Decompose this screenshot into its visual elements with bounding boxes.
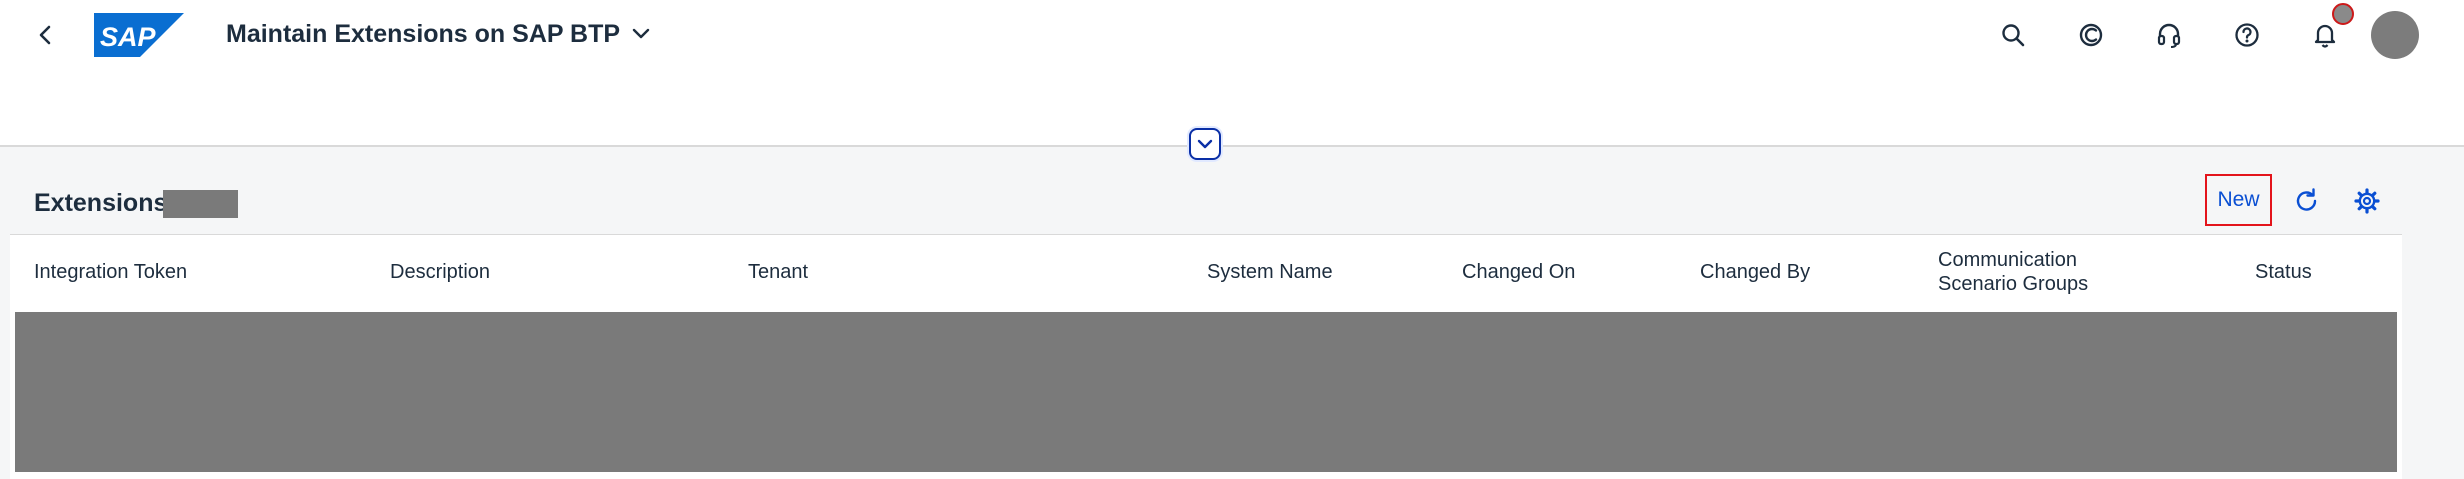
shell-bar: SAP Maintain Extensions on SAP BTP [0, 0, 2464, 70]
column-header-description[interactable]: Description [390, 235, 490, 308]
refresh-icon [2296, 188, 2317, 211]
chevron-down-icon [1197, 139, 1213, 149]
header-collapse-button[interactable] [1189, 128, 1221, 160]
column-header-status[interactable]: Status [2255, 235, 2312, 308]
back-button[interactable] [28, 18, 62, 52]
table-title: Extensions [34, 188, 168, 217]
column-header-tenant[interactable]: Tenant [748, 235, 808, 308]
joule-icon [2079, 23, 2103, 47]
search-button[interactable] [1993, 15, 2033, 55]
joule-button[interactable] [2071, 15, 2111, 55]
help-button[interactable] [2227, 15, 2267, 55]
chevron-down-icon [632, 28, 650, 40]
table-rows-redacted [15, 312, 2397, 472]
gear-icon [2354, 188, 2380, 214]
column-header-integration-token[interactable]: Integration Token [34, 235, 187, 308]
table-header-row: Integration Token Description Tenant Sys… [10, 234, 2402, 309]
support-button[interactable] [2149, 15, 2189, 55]
help-icon [2235, 23, 2259, 47]
app-title: Maintain Extensions on SAP BTP [226, 19, 621, 48]
logo-text: SAP [100, 22, 157, 52]
column-header-changed-by[interactable]: Changed By [1700, 235, 1810, 308]
column-header-changed-on[interactable]: Changed On [1462, 235, 1575, 308]
back-icon [39, 25, 51, 45]
notification-badge [2332, 3, 2354, 25]
dynamic-page-header [0, 70, 2464, 147]
new-button[interactable]: New [2205, 174, 2272, 226]
bell-icon [2314, 24, 2336, 48]
app-title-menu[interactable]: Maintain Extensions on SAP BTP [226, 14, 650, 54]
headset-icon [2157, 23, 2181, 48]
column-header-system-name[interactable]: System Name [1207, 235, 1333, 308]
sap-logo[interactable]: SAP [94, 13, 184, 57]
table-settings-button[interactable] [2349, 183, 2385, 219]
column-header-communication-scenario-groups[interactable]: Communication Scenario Groups [1938, 235, 2113, 308]
search-icon [2002, 24, 2025, 47]
avatar[interactable] [2371, 11, 2419, 59]
refresh-button[interactable] [2289, 183, 2325, 219]
item-count-redacted [163, 190, 238, 218]
